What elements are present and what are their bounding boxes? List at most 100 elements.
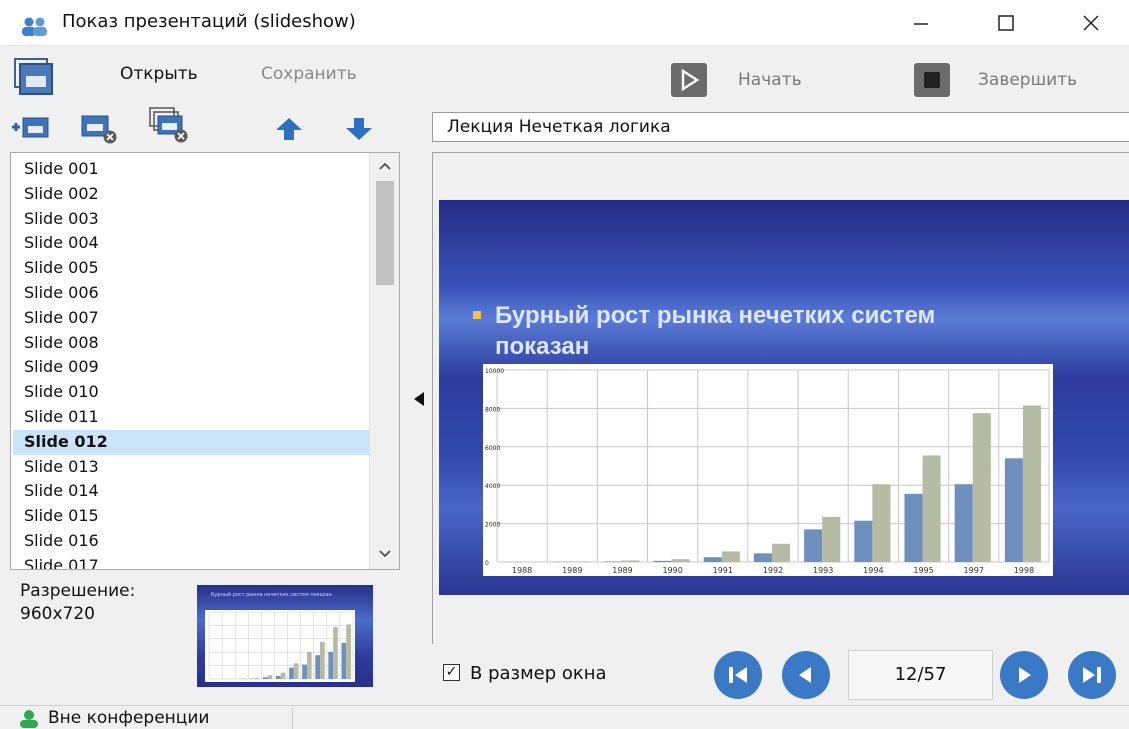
collapse-panel-icon[interactable]: [413, 391, 425, 407]
maximize-icon: [998, 15, 1014, 31]
chart-bar: [653, 560, 672, 562]
chart-bar: [621, 560, 640, 562]
fit-to-window-label[interactable]: В размер окна: [470, 663, 607, 684]
chart-bar: [671, 559, 690, 562]
close-button[interactable]: [1063, 0, 1119, 46]
chart-bar: [254, 677, 260, 679]
x-tick-label: 1991: [713, 566, 733, 575]
x-tick-label: 1992: [763, 566, 783, 575]
slide-list-item[interactable]: Slide 009: [13, 355, 369, 380]
chart-bar: [904, 493, 923, 562]
x-tick-label: 1995: [913, 566, 933, 575]
slide-list-item[interactable]: Slide 012: [13, 429, 369, 455]
status-bar: Вне конференции: [0, 705, 1129, 729]
chart-bar: [315, 655, 321, 679]
slide-heading: Бурный рост рынка нечетких систем показа…: [495, 300, 1095, 362]
minimize-button[interactable]: [893, 0, 949, 46]
bullet-marker: [473, 311, 481, 319]
x-tick-label: 1989: [612, 566, 632, 575]
slide-thumbnail: Бурный рост рынка нечетких систем показа…: [197, 585, 373, 687]
presentation-title-input[interactable]: Лекция Нечеткая логика: [432, 112, 1129, 142]
save-button[interactable]: Сохранить: [261, 64, 357, 84]
first-slide-button[interactable]: [714, 651, 762, 699]
y-tick-label: 0: [485, 560, 489, 567]
slide-list-item[interactable]: Slide 001: [13, 157, 369, 182]
start-button[interactable]: Начать: [738, 70, 802, 90]
slide-list-scrollbar[interactable]: [369, 153, 399, 569]
chart-bar: [333, 627, 338, 679]
scroll-down-icon[interactable]: [378, 549, 392, 559]
slideshow-window: Показ презентаций (slideshow) Открыть Со…: [0, 0, 1129, 729]
slide-list-item[interactable]: Slide 016: [13, 529, 369, 554]
chart-bar: [267, 675, 273, 679]
stop-square-icon[interactable]: [914, 63, 950, 97]
back-icon: [799, 667, 811, 683]
slides-logo-icon: [14, 58, 53, 95]
slide-list-item[interactable]: Slide 004: [13, 231, 369, 256]
chart-bar: [822, 516, 841, 562]
x-tick-label: 1989: [562, 566, 582, 575]
slide-list-item[interactable]: Slide 006: [13, 281, 369, 306]
x-tick-label: 1997: [964, 566, 984, 575]
slide-list-item[interactable]: Slide 011: [13, 405, 369, 430]
fit-to-window-checkbox[interactable]: ✓: [443, 664, 460, 681]
scroll-thumb[interactable]: [376, 181, 394, 285]
skip-forward-icon: [1083, 667, 1101, 683]
next-slide-button[interactable]: [1000, 651, 1048, 699]
x-tick-label: 1990: [662, 566, 682, 575]
last-slide-button[interactable]: [1068, 651, 1116, 699]
remove-slide-icon[interactable]: [80, 110, 120, 144]
y-tick-label: 2000: [485, 522, 500, 529]
slide-list-item[interactable]: Slide 015: [13, 504, 369, 529]
chart-bar: [289, 667, 294, 679]
chart-bar: [972, 413, 991, 562]
slide-list-item[interactable]: Slide 007: [13, 306, 369, 331]
y-tick-label: 6000: [485, 445, 500, 452]
resolution-label: Разрешение:: [20, 581, 136, 601]
chart-bar: [771, 543, 791, 562]
chart-bar: [276, 675, 281, 679]
chart-bar: [280, 672, 286, 679]
maximize-button[interactable]: [978, 0, 1034, 46]
slide-list-item[interactable]: Slide 010: [13, 380, 369, 405]
y-tick-label: 8000: [485, 406, 500, 413]
scroll-up-icon[interactable]: [378, 161, 392, 171]
slide-list-item[interactable]: Slide 014: [13, 479, 369, 504]
open-button[interactable]: Открыть: [120, 64, 198, 84]
chart-bar: [804, 529, 823, 562]
slide-heading-line-2: показан: [495, 333, 590, 360]
slide-list-item[interactable]: Slide 017: [13, 554, 369, 569]
move-up-icon[interactable]: [274, 116, 304, 142]
page-indicator: 12/57: [848, 650, 993, 700]
thumbnail-chart: [205, 610, 355, 682]
chart-bar: [262, 677, 268, 679]
stop-button[interactable]: Завершить: [978, 70, 1077, 90]
chart-bar: [1022, 405, 1041, 562]
resolution-info: Разрешение: 960x720: [20, 580, 135, 626]
chart-bar: [241, 678, 247, 679]
slide-list-item[interactable]: Slide 008: [13, 331, 369, 356]
chart-bar: [306, 651, 312, 679]
chart-bar: [872, 484, 891, 562]
slide-list-item[interactable]: Slide 003: [13, 207, 369, 232]
remove-all-slides-icon[interactable]: [148, 106, 190, 144]
chart-bar: [328, 651, 334, 679]
conference-status: Вне конференции: [48, 708, 210, 728]
chart-bar: [293, 663, 299, 679]
chart-bar: [603, 561, 622, 562]
chart-bar: [753, 553, 772, 562]
chart-bar: [1004, 458, 1023, 562]
prev-slide-button[interactable]: [782, 651, 830, 699]
window-title: Показ презентаций (slideshow): [62, 11, 356, 32]
chart-bar: [346, 624, 351, 679]
add-slide-icon[interactable]: [10, 114, 50, 140]
slide-list-item[interactable]: Slide 002: [13, 182, 369, 207]
chart-bar: [954, 484, 973, 562]
slide-list-item[interactable]: Slide 005: [13, 256, 369, 281]
start-play-icon[interactable]: [671, 63, 707, 97]
move-down-icon[interactable]: [344, 116, 374, 142]
chart-bar: [922, 455, 941, 562]
x-tick-label: 1988: [512, 566, 532, 575]
slide-list-item[interactable]: Slide 013: [13, 455, 369, 480]
slide-list[interactable]: Slide 001 Slide 002 Slide 003 Slide 004 Slid…: [10, 152, 400, 570]
